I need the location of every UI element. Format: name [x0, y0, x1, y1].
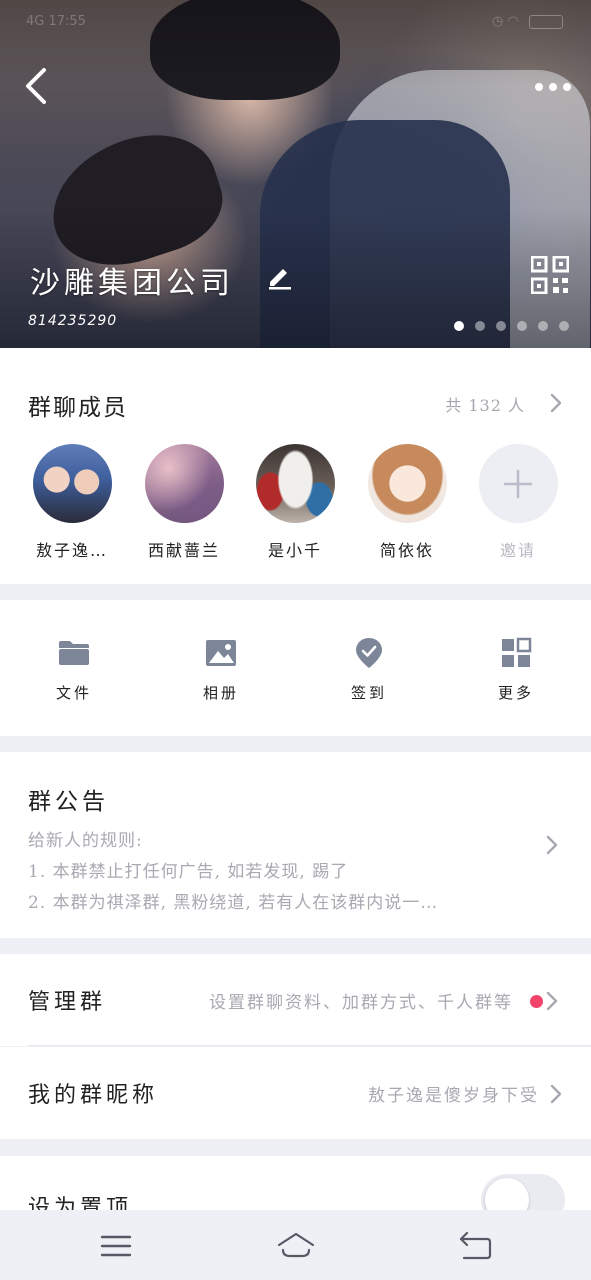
member-item[interactable]: 西献蔷兰 — [124, 444, 244, 561]
carousel-dot[interactable] — [475, 321, 485, 331]
group-notice-section[interactable]: 群公告 给新人的规则: 1. 本群禁止打任何广告, 如若发现, 踢了 2. 本群… — [0, 752, 591, 938]
tool-label: 更多 — [497, 684, 534, 702]
group-name: 沙雕集团公司 — [30, 266, 234, 301]
wifi-icon: ◠ — [507, 14, 519, 29]
tool-checkin[interactable]: 签到 — [319, 636, 419, 703]
carousel-dot[interactable] — [517, 321, 527, 331]
member-avatar-list: 敖子逸… 西献蔷兰 是小千 简依依 邀请 — [0, 444, 591, 564]
chevron-right-icon[interactable] — [545, 834, 559, 856]
member-item[interactable]: 是小千 — [235, 444, 355, 561]
my-nickname-row[interactable]: 我的群昵称 敖子逸是傻岁身下受 — [0, 1047, 591, 1139]
members-title: 群聊成员 — [28, 395, 128, 421]
dot-icon — [563, 83, 571, 91]
chevron-right-icon — [549, 1083, 563, 1105]
carousel-dot[interactable] — [559, 321, 569, 331]
return-icon — [459, 1231, 492, 1260]
divider — [28, 1045, 591, 1046]
checkin-icon — [356, 638, 382, 668]
chevron-right-icon — [545, 990, 559, 1012]
tool-label: 文件 — [55, 684, 92, 702]
system-navigation-bar — [0, 1210, 591, 1280]
status-left: 4G 17:55 — [26, 14, 86, 29]
more-grid-icon — [502, 637, 532, 667]
back-button[interactable] — [22, 66, 54, 106]
member-item[interactable]: 简依依 — [347, 444, 467, 561]
member-name: 敖子逸… — [35, 541, 108, 560]
tool-more[interactable]: 更多 — [466, 636, 566, 703]
notice-line: 1. 本群禁止打任何广告, 如若发现, 踢了 — [28, 862, 349, 882]
home-button[interactable] — [276, 1228, 316, 1264]
invite-label: 邀请 — [499, 541, 536, 560]
member-count[interactable]: 共 132 人 — [445, 392, 525, 416]
tool-files[interactable]: 文件 — [24, 636, 124, 703]
member-name: 简依依 — [379, 541, 434, 560]
member-name: 是小千 — [267, 541, 322, 560]
invite-member-button[interactable]: 邀请 — [458, 444, 578, 561]
avatar[interactable] — [367, 444, 447, 523]
notice-line: 给新人的规则: — [28, 831, 143, 851]
edit-name-icon[interactable] — [266, 262, 294, 290]
status-bar: 4G 17:55 ◷ ◠ — [0, 0, 591, 44]
group-tools-section: 文件 相册 签到 更多 — [0, 600, 591, 736]
tool-label: 签到 — [350, 684, 387, 702]
menu-button[interactable] — [96, 1228, 136, 1264]
notice-line: 2. 本群为祺泽群, 黑粉绕道, 若有人在该群内说一… — [28, 893, 439, 913]
my-nickname-value: 敖子逸是傻岁身下受 — [368, 1086, 539, 1106]
status-right: ◷ ◠ — [492, 14, 563, 29]
dot-icon — [549, 83, 557, 91]
avatar[interactable] — [32, 444, 112, 523]
carousel-dot[interactable] — [454, 321, 464, 331]
dot-icon — [535, 83, 543, 91]
back-nav-button[interactable] — [456, 1228, 496, 1264]
group-cover-photo[interactable]: 4G 17:55 ◷ ◠ 沙雕集团公司 814235290 — [0, 0, 591, 348]
invite-avatar[interactable] — [478, 444, 558, 523]
qr-code-icon[interactable] — [530, 255, 570, 295]
menu-icon — [100, 1235, 132, 1257]
manage-group-value: 设置群聊资料、加群方式、千人群等 — [209, 993, 513, 1013]
manage-group-label: 管理群 — [28, 990, 107, 1015]
carousel-dot[interactable] — [538, 321, 548, 331]
avatar[interactable] — [255, 444, 335, 523]
alarm-icon: ◷ — [492, 14, 504, 29]
album-icon — [206, 640, 236, 666]
home-icon — [277, 1232, 315, 1258]
group-id: 814235290 — [28, 313, 118, 329]
tool-album[interactable]: 相册 — [171, 636, 271, 703]
folder-icon — [59, 641, 89, 665]
carousel-dot[interactable] — [496, 321, 506, 331]
tool-label: 相册 — [202, 684, 239, 702]
plus-icon — [503, 469, 533, 498]
more-options-button[interactable] — [533, 72, 573, 102]
notice-title: 群公告 — [28, 789, 109, 815]
chevron-right-icon[interactable] — [549, 392, 563, 414]
members-section: 群聊成员 共 132 人 敖子逸… 西献蔷兰 是小千 简依依 邀请 — [0, 348, 591, 584]
notice-content: 给新人的规则: 1. 本群禁止打任何广告, 如若发现, 踢了 2. 本群为祺泽群… — [28, 826, 538, 919]
avatar[interactable] — [144, 444, 224, 523]
member-name: 西献蔷兰 — [147, 541, 220, 560]
new-badge — [530, 995, 543, 1008]
pin-to-top-row: 设为置顶 — [0, 1156, 591, 1226]
carousel-indicator — [454, 321, 569, 331]
back-arrow-icon — [26, 68, 46, 104]
member-item[interactable]: 敖子逸… — [12, 444, 132, 561]
manage-group-row[interactable]: 管理群 设置群聊资料、加群方式、千人群等 — [0, 954, 591, 1046]
my-nickname-label: 我的群昵称 — [28, 1083, 159, 1108]
battery-icon — [529, 14, 563, 29]
